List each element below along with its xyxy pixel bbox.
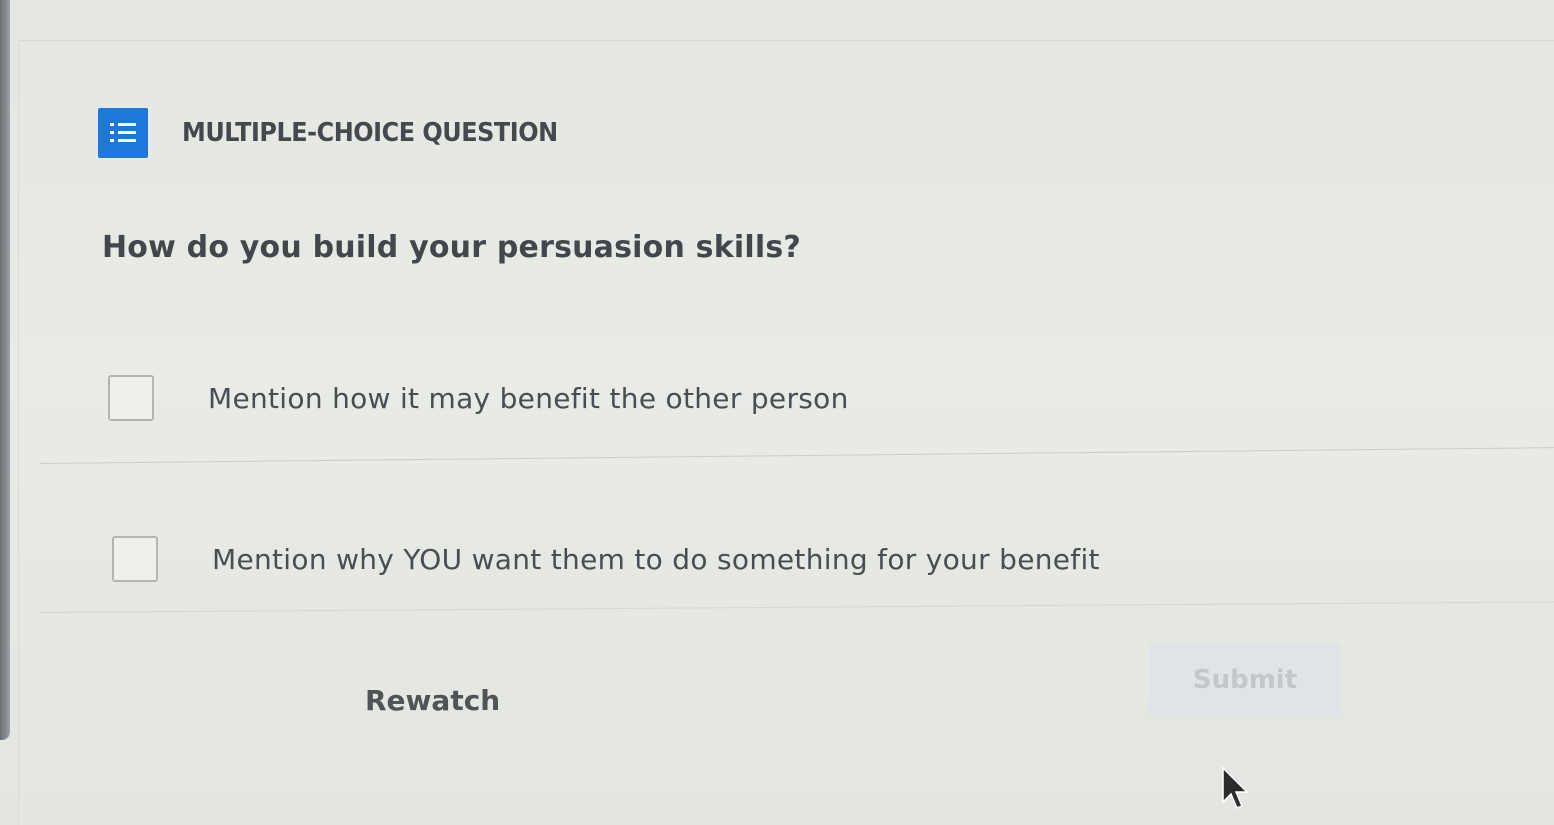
question-header: MULTIPLE-CHOICE QUESTION	[98, 108, 590, 158]
submit-button[interactable]: Submit	[1150, 642, 1340, 718]
question-type-label: MULTIPLE-CHOICE QUESTION	[182, 118, 558, 148]
answer-option-1-checkbox[interactable]	[108, 375, 154, 421]
answer-option-2-label: Mention why YOU want them to do somethin…	[212, 542, 1100, 576]
answer-option-2[interactable]: Mention why YOU want them to do somethin…	[112, 536, 1100, 582]
checklist-icon	[98, 108, 148, 158]
screen: MULTIPLE-CHOICE QUESTION How do you buil…	[0, 0, 1554, 825]
question-text: How do you build your persuasion skills?	[102, 230, 801, 265]
answer-option-2-checkbox[interactable]	[112, 536, 158, 582]
answer-option-1-label: Mention how it may benefit the other per…	[208, 381, 849, 415]
answer-option-1[interactable]: Mention how it may benefit the other per…	[108, 375, 849, 421]
mouse-pointer-icon	[1222, 766, 1249, 809]
rewatch-button[interactable]: Rewatch	[345, 680, 520, 721]
left-panel-edge	[0, 0, 10, 740]
